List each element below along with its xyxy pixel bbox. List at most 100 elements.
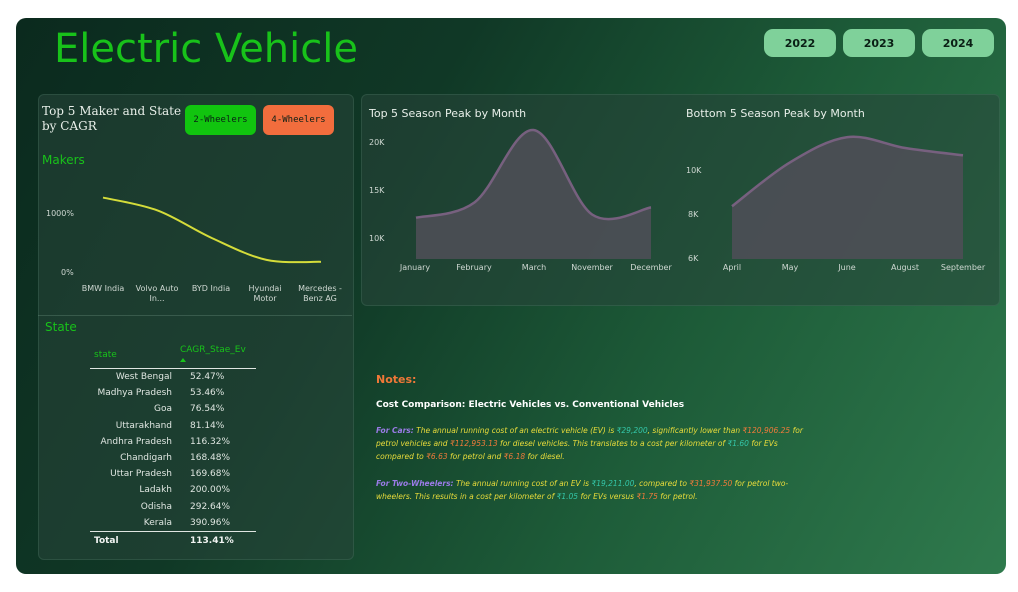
cagr-cell: 390.96% [190, 517, 231, 528]
note-text: for diesel vehicles. This translates to … [497, 439, 728, 448]
top5-xlabel-december: December [630, 263, 672, 272]
cars-ev-cost: ₹29,200 [616, 426, 648, 435]
total-value: 113.41% [176, 530, 256, 550]
cagr-cell: 200.00% [190, 485, 231, 496]
state-cell: Ladakh [139, 485, 172, 496]
tw-ev-km-cost: ₹1.05 [556, 492, 579, 501]
table-row: West Bengal 52.47% [90, 369, 256, 386]
table-row: Kerala 390.96% [90, 515, 256, 532]
makers-chart-point-4[interactable] [319, 260, 323, 264]
table-total-row: Total 113.41% [90, 530, 256, 550]
makers-chart-point-3[interactable] [265, 258, 269, 262]
note-text: for petrol. [657, 492, 698, 501]
makers-chart-point-2[interactable] [210, 236, 214, 240]
state-label: State [45, 320, 77, 334]
notes-cars-paragraph: For Cars: The annual running cost of an … [376, 424, 806, 463]
cars-label: For Cars: [376, 426, 414, 435]
cagr-column-header-label: CAGR_Stae_Ev [180, 345, 246, 355]
table-row: Andhra Pradesh 116.32% [90, 434, 256, 450]
makers-xlabel-volvo: Volvo Auto In... [135, 284, 179, 303]
top5-ytick-10k: 10K [369, 234, 385, 243]
top5-xlabel-february: February [456, 263, 492, 272]
notes-section: Notes: Cost Comparison: Electric Vehicle… [376, 373, 806, 503]
top5-chart-title: Top 5 Season Peak by Month [369, 107, 527, 120]
cagr-column-header[interactable]: CAGR_Stae_Ev [176, 343, 256, 369]
state-cell: Andhra Pradesh [100, 436, 172, 447]
makers-xlabel-mercedes: Mercedes -Benz AG [298, 284, 342, 303]
note-text: , compared to [634, 479, 690, 488]
state-cell: Uttar Pradesh [110, 469, 172, 480]
cagr-cell: 53.46% [190, 388, 225, 399]
top5-xlabel-january: January [399, 263, 431, 272]
cagr-cell: 116.32% [190, 436, 231, 447]
cagr-cell: 168.48% [190, 453, 231, 464]
bottom5-ytick-6k: 6K [688, 254, 699, 263]
two-wheelers-label: For Two-Wheelers: [376, 479, 454, 488]
makers-ytick-0: 0% [61, 268, 74, 277]
makers-xlabel-bmw: BMW India [81, 284, 125, 293]
table-row: Uttarakhand 81.14% [90, 418, 256, 434]
bottom5-xlabel-may: May [781, 263, 799, 272]
cars-petrol-cost: ₹120,906.25 [742, 426, 791, 435]
sort-ascending-icon [180, 358, 186, 362]
notes-two-wheelers-paragraph: For Two-Wheelers: The annual running cos… [376, 477, 806, 503]
makers-chart-series-line [102, 196, 322, 264]
table-row: Ladakh 200.00% [90, 482, 256, 498]
tw-petrol-cost: ₹31,937.50 [689, 479, 733, 488]
tw-ev-cost: ₹19,211.00 [591, 479, 635, 488]
makers-xlabel-byd: BYD India [191, 284, 231, 293]
state-cell: Kerala [143, 517, 172, 528]
state-cagr-table: state CAGR_Stae_Ev West Bengal 52.47% Mad… [90, 343, 256, 550]
cagr-cell: 52.47% [190, 372, 225, 383]
note-text: for EVs versus [578, 492, 637, 501]
table-row: Chandigarh 168.48% [90, 450, 256, 466]
table-row: Odisha 292.64% [90, 499, 256, 515]
table-row: Goa 76.54% [90, 401, 256, 417]
cars-petrol-km-cost: ₹6.63 [426, 452, 448, 461]
tw-petrol-km-cost: ₹1.75 [636, 492, 658, 501]
cagr-cell: 292.64% [190, 501, 231, 512]
notes-title: Notes: [376, 373, 417, 386]
note-text: The annual running cost of an electric v… [413, 426, 617, 435]
state-cell: Madhya Pradesh [97, 388, 172, 399]
note-text: for diesel. [525, 452, 565, 461]
bottom5-ytick-8k: 8K [688, 210, 699, 219]
bottom5-xlabel-august: August [891, 263, 919, 272]
bottom5-xlabel-june: June [838, 263, 856, 272]
bottom5-chart-title: Bottom 5 Season Peak by Month [686, 107, 865, 120]
table-row: Madhya Pradesh 53.46% [90, 385, 256, 401]
cars-ev-km-cost: ₹1.60 [727, 439, 749, 448]
state-cell: Goa [154, 404, 172, 415]
state-cell: Odisha [140, 501, 172, 512]
bottom5-xlabel-september: September [940, 263, 986, 272]
makers-chart [101, 196, 323, 264]
makers-chart-point-1[interactable] [156, 208, 160, 212]
panel-divider [38, 315, 352, 316]
season-peak-panel [361, 94, 1000, 306]
makers-chart-point-0[interactable] [101, 196, 105, 200]
makers-xlabel-hyundai: Hyundai Motor [248, 284, 282, 303]
top5-ytick-20k: 20K [369, 138, 385, 147]
state-cell: West Bengal [115, 372, 172, 383]
makers-ytick-1000: 1000% [46, 209, 74, 218]
bottom5-xlabel-april: April [722, 263, 742, 272]
cars-diesel-cost: ₹112,953.13 [449, 439, 498, 448]
dashboard-canvas: Electric Vehicle 2022 2023 2024 Top 5 Ma… [16, 18, 1006, 574]
cagr-cell: 169.68% [190, 469, 231, 480]
top5-xlabel-november: November [571, 263, 613, 272]
cagr-cell: 76.54% [190, 404, 225, 415]
state-column-header[interactable]: state [90, 343, 176, 369]
state-cell: Chandigarh [120, 453, 172, 464]
top5-ytick-15k: 15K [369, 186, 385, 195]
notes-subtitle: Cost Comparison: Electric Vehicles vs. C… [376, 400, 685, 410]
total-label: Total [90, 530, 176, 550]
cagr-cell: 81.14% [190, 420, 225, 431]
note-text: The annual running cost of an EV is [453, 479, 592, 488]
bottom5-ytick-10k: 10K [686, 166, 702, 175]
note-text: , significantly lower than [647, 426, 743, 435]
cars-diesel-km-cost: ₹6.18 [503, 452, 526, 461]
table-row: Uttar Pradesh 169.68% [90, 466, 256, 482]
state-cell: Uttarakhand [115, 420, 172, 431]
note-text: for petrol and [447, 452, 504, 461]
top5-xlabel-march: March [521, 263, 547, 272]
